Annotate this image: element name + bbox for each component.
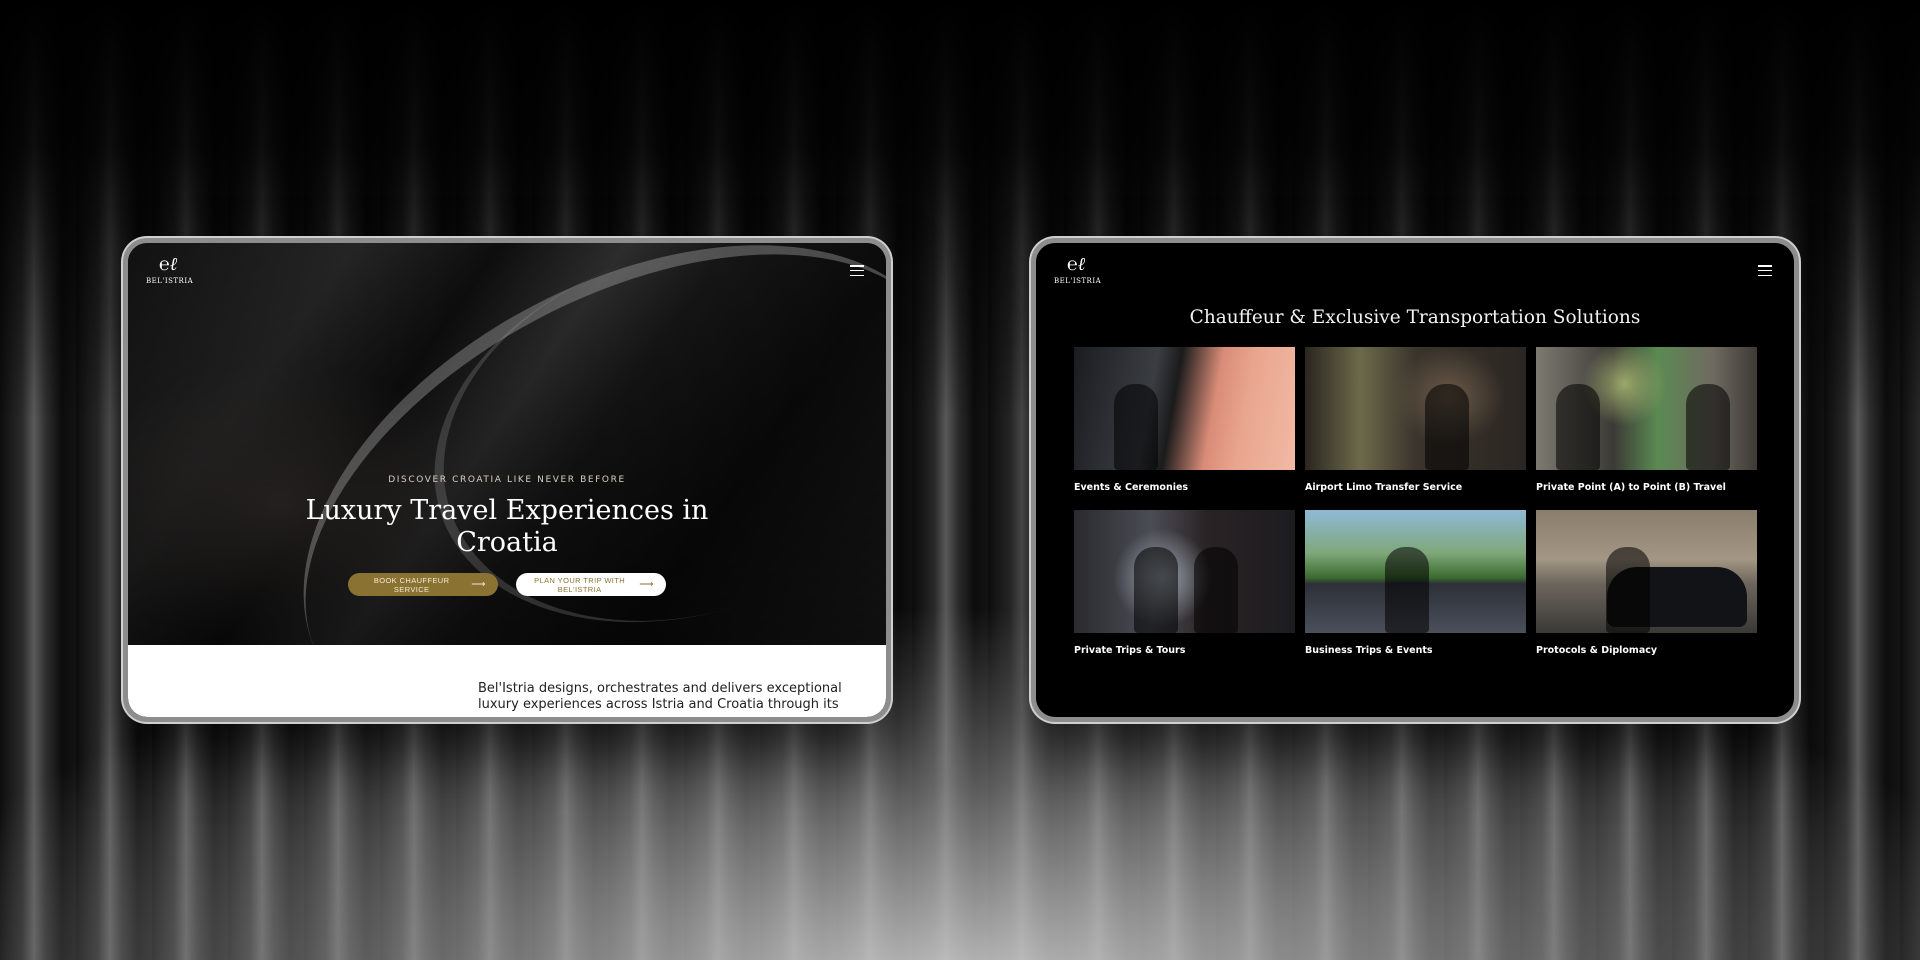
service-card-events[interactable]: Events & Ceremonies bbox=[1074, 347, 1295, 496]
hamburger-menu-icon[interactable] bbox=[1758, 265, 1772, 276]
service-card-business[interactable]: Business Trips & Events bbox=[1305, 510, 1526, 659]
brand-logo[interactable]: ℮ℓ BEL'ISTRIA bbox=[146, 254, 194, 286]
service-card-airport[interactable]: Airport Limo Transfer Service bbox=[1305, 347, 1526, 496]
logo-mark: ℮ℓ bbox=[158, 254, 178, 275]
service-card-protocols[interactable]: Protocols & Diplomacy bbox=[1536, 510, 1757, 659]
service-label: Private Trips & Tours bbox=[1074, 645, 1186, 656]
service-image bbox=[1305, 347, 1526, 470]
tablet-mockup-home: ℮ℓ BEL'ISTRIA DISCOVER CROATIA LIKE NEVE… bbox=[123, 238, 891, 722]
hero-copy: DISCOVER CROATIA LIKE NEVER BEFORE Luxur… bbox=[128, 475, 886, 596]
brand-logo[interactable]: ℮ℓ BEL'ISTRIA bbox=[1054, 254, 1102, 286]
service-image bbox=[1074, 347, 1295, 470]
plan-trip-label: PLAN YOUR TRIP WITH BEL'ISTRIA bbox=[534, 575, 626, 594]
service-label: Protocols & Diplomacy bbox=[1536, 645, 1658, 656]
hamburger-menu-icon[interactable] bbox=[850, 265, 864, 276]
service-image bbox=[1074, 510, 1295, 633]
services-section-title: Chauffeur & Exclusive Transportation Sol… bbox=[1189, 307, 1641, 328]
service-label: Events & Ceremonies bbox=[1074, 482, 1189, 493]
service-label: Private Point (A) to Point (B) Travel bbox=[1536, 482, 1726, 493]
plan-trip-button[interactable]: PLAN YOUR TRIP WITH BEL'ISTRIA ⟶ bbox=[516, 573, 666, 596]
book-chauffeur-label: BOOK CHAUFFEUR SERVICE bbox=[373, 575, 450, 594]
logo-mark: ℮ℓ bbox=[1066, 254, 1086, 275]
logo-wordmark: BEL'ISTRIA bbox=[1054, 277, 1102, 285]
hero-section: ℮ℓ BEL'ISTRIA DISCOVER CROATIA LIKE NEVE… bbox=[128, 243, 886, 717]
arrow-right-icon: ⟶ bbox=[639, 579, 654, 590]
book-chauffeur-button[interactable]: BOOK CHAUFFEUR SERVICE ⟶ bbox=[348, 573, 498, 596]
service-image bbox=[1305, 510, 1526, 633]
arrow-right-icon: ⟶ bbox=[471, 579, 486, 590]
logo-wordmark: BEL'ISTRIA bbox=[146, 277, 194, 285]
home-screen: ℮ℓ BEL'ISTRIA DISCOVER CROATIA LIKE NEVE… bbox=[128, 243, 886, 717]
service-label: Airport Limo Transfer Service bbox=[1305, 482, 1463, 493]
service-image bbox=[1536, 510, 1757, 633]
service-card-point-to-point[interactable]: Private Point (A) to Point (B) Travel bbox=[1536, 347, 1757, 496]
services-grid: Events & Ceremonies Airport Limo Transfe… bbox=[1074, 347, 1757, 659]
intro-section: Bel'Istria designs, orchestrates and del… bbox=[128, 645, 886, 717]
hero-title: Luxury Travel Experiences in Croatia bbox=[305, 495, 709, 558]
hero-cta-row: BOOK CHAUFFEUR SERVICE ⟶ PLAN YOUR TRIP … bbox=[128, 573, 886, 596]
service-label: Business Trips & Events bbox=[1305, 645, 1433, 656]
hero-eyebrow: DISCOVER CROATIA LIKE NEVER BEFORE bbox=[388, 475, 626, 485]
service-image bbox=[1536, 347, 1757, 470]
intro-text: Bel'Istria designs, orchestrates and del… bbox=[478, 681, 842, 712]
services-screen: ℮ℓ BEL'ISTRIA Chauffeur & Exclusive Tran… bbox=[1036, 243, 1794, 717]
service-card-trips-tours[interactable]: Private Trips & Tours bbox=[1074, 510, 1295, 659]
tablet-mockup-services: ℮ℓ BEL'ISTRIA Chauffeur & Exclusive Tran… bbox=[1031, 238, 1799, 722]
